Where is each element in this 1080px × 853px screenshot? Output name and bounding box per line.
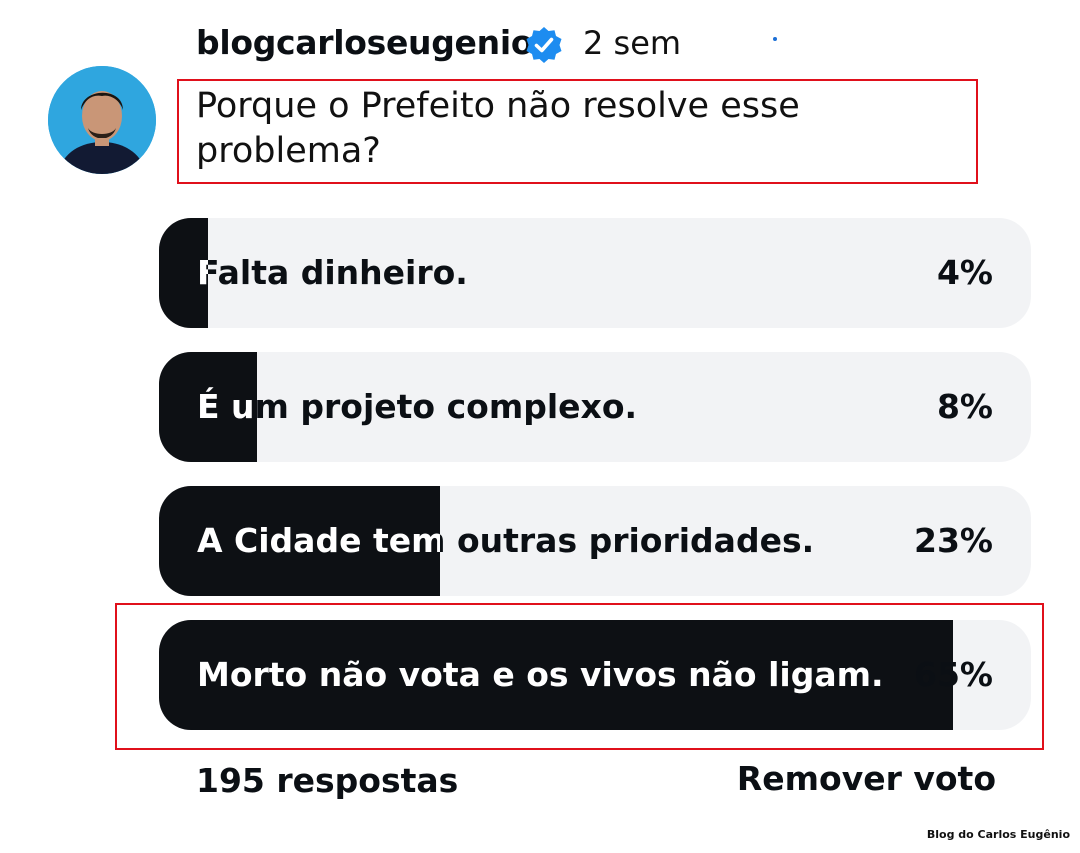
poll-option[interactable]: É um projeto complexo. É um projeto comp…: [159, 352, 1031, 462]
responses-count[interactable]: 195 respostas: [196, 758, 458, 804]
post-time: 2 sem: [583, 24, 682, 62]
remove-vote-button[interactable]: Remover voto: [737, 756, 996, 802]
poll-option-label-inverted-clip: Falta dinheiro.: [159, 218, 208, 328]
poll-question: Porque o Prefeito não resolve esse probl…: [196, 86, 800, 171]
poll-option[interactable]: Falta dinheiro. Falta dinheiro. 4%: [159, 218, 1031, 328]
verified-badge-icon: [524, 25, 564, 65]
poll-option-label-inverted: É um projeto complexo.: [197, 387, 257, 426]
poll-option[interactable]: A Cidade tem outras prioridades. A Cidad…: [159, 486, 1031, 596]
poll-option-label: Falta dinheiro.: [197, 253, 468, 292]
answer-highlight-box: [115, 603, 1044, 750]
poll-option-label-inverted-clip: É um projeto complexo.: [159, 352, 257, 462]
poll-option-label-inverted-clip: A Cidade tem outras prioridades.: [159, 486, 440, 596]
watermark: Blog do Carlos Eugênio: [926, 828, 1070, 841]
avatar-photo: [48, 66, 156, 174]
poll-option-percent: 23%: [914, 521, 993, 560]
poll-option-percent: 8%: [936, 387, 993, 426]
avatar[interactable]: [48, 66, 156, 174]
unread-dot: [773, 37, 777, 41]
poll-option-percent: 4%: [936, 253, 993, 292]
poll-option-label: É um projeto complexo.: [197, 387, 638, 426]
poll-option-label-inverted: A Cidade tem outras prioridades.: [197, 521, 440, 560]
post-username[interactable]: blogcarloseugenio: [196, 20, 534, 66]
poll-option-label-inverted: Falta dinheiro.: [197, 218, 208, 328]
